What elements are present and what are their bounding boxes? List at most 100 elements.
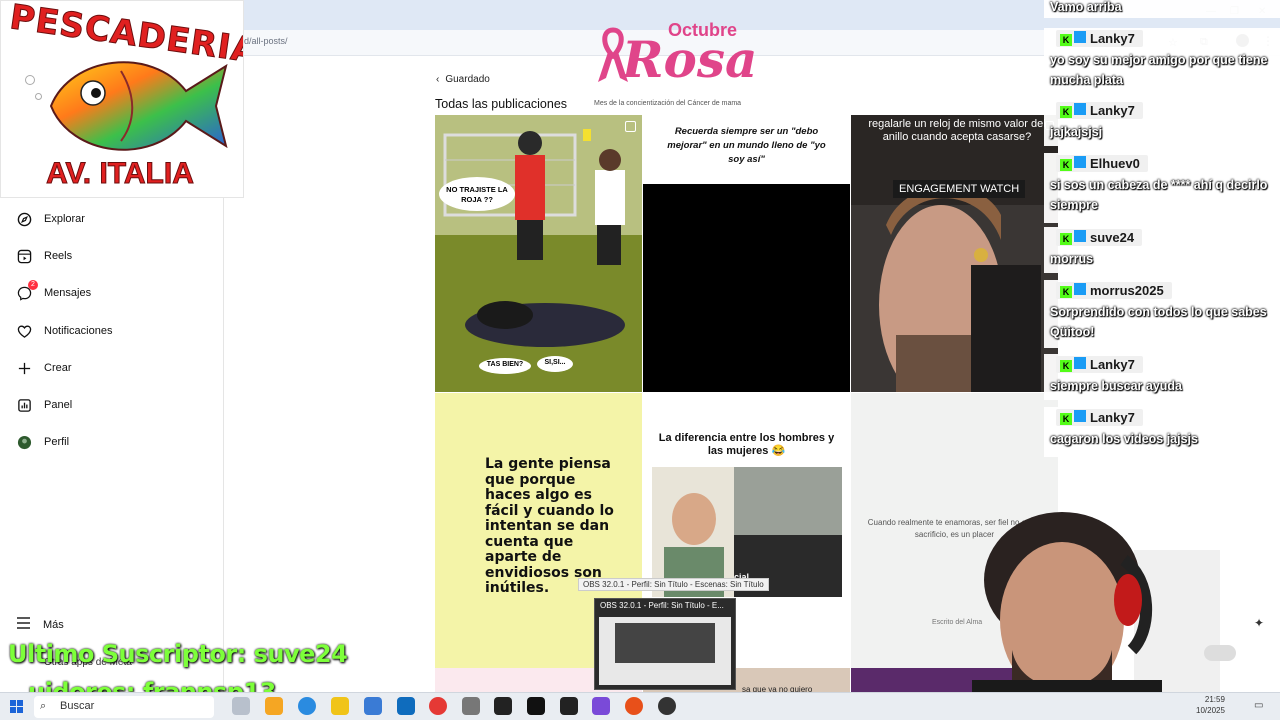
sidebar-item-reels[interactable]: Reels bbox=[16, 246, 72, 266]
speech-bubble: SI,SI... bbox=[537, 356, 573, 372]
chat-message: K Elhuev0 si sos un cabeza de **** ahí q … bbox=[1044, 153, 1280, 223]
store-icon[interactable] bbox=[364, 697, 382, 715]
edge-icon[interactable] bbox=[298, 697, 316, 715]
chat-message: Kmorrus2025 Sorprendido con todos lo que… bbox=[1044, 280, 1280, 348]
sidebar-item-label: Más bbox=[43, 618, 64, 631]
obs-window-preview[interactable] bbox=[594, 598, 736, 690]
chrome-icon[interactable] bbox=[429, 697, 447, 715]
post-text: La gente piensa que porque haces algo es… bbox=[485, 456, 614, 596]
dashboard-icon bbox=[16, 397, 32, 413]
chat-text: siempre buscar ayuda bbox=[1050, 379, 1183, 393]
compass-icon bbox=[16, 211, 32, 227]
verified-badge-icon bbox=[1074, 230, 1086, 242]
post-caption: regalarle un reloj de mismo valor del an… bbox=[868, 118, 1046, 143]
chat-message: K Lanky7 jajkajsjsj bbox=[1044, 100, 1280, 146]
avatar-pill[interactable] bbox=[1204, 645, 1236, 661]
verified-badge-icon bbox=[1074, 31, 1086, 43]
kick-badge-icon: K bbox=[1060, 413, 1072, 425]
webcam-overlay bbox=[972, 512, 1220, 710]
back-link[interactable]: ‹ Guardado bbox=[436, 74, 490, 85]
sidebar-item-label: Explorar bbox=[44, 213, 85, 225]
chat-message: K Lanky7 yo soy su mejor amigo por que ti… bbox=[1044, 28, 1280, 98]
clock-date: 10/2025 bbox=[1196, 706, 1225, 715]
speech-bubble: NO TRAJISTE LA ROJA ?? bbox=[439, 177, 515, 211]
kick-badge-icon: K bbox=[1060, 106, 1072, 118]
pescaderia-logo: PESCADERIA AV. ITALIA bbox=[0, 0, 244, 198]
chat-text: si sos un cabeza de **** ahí q decirlo s… bbox=[1050, 178, 1268, 212]
task-view-icon[interactable] bbox=[232, 697, 250, 715]
carousel-icon bbox=[625, 121, 636, 132]
windows-start-icon[interactable] bbox=[10, 700, 23, 718]
post-tile[interactable]: NO TRAJISTE LA ROJA ?? TAS BIEN? SI,SI..… bbox=[435, 115, 642, 392]
sidebar-item-label: Crear bbox=[44, 362, 72, 374]
chat-username: K Lanky7 bbox=[1056, 30, 1143, 47]
verified-badge-icon bbox=[1074, 283, 1086, 295]
url-text[interactable]: d/all-posts/ bbox=[244, 36, 288, 46]
sidebar-item-label: Perfil bbox=[44, 436, 70, 448]
post-title: La diferencia entre los hombres y las mu… bbox=[658, 432, 835, 457]
octubre-rosa-banner: Octubre Rosa bbox=[596, 18, 758, 92]
hamburger-icon bbox=[16, 617, 31, 632]
chat-text: cagaron los videos jajsjs bbox=[1050, 432, 1198, 446]
kick-badge-icon: K bbox=[1060, 360, 1072, 372]
chat-text: morrus bbox=[1050, 252, 1094, 266]
sidebar-item-mensajes[interactable]: 2 Mensajes bbox=[16, 280, 92, 303]
page-title: Todas las publicaciones bbox=[435, 97, 568, 111]
sidebar-item-explorar[interactable]: Explorar bbox=[16, 209, 85, 229]
obs-icon[interactable] bbox=[658, 697, 676, 715]
chat-message: Ksuve24 morrus bbox=[1044, 227, 1280, 273]
chat-text: jajkajsjsj bbox=[1050, 125, 1103, 139]
capcut-icon[interactable] bbox=[494, 697, 512, 715]
sidebar-item-label: Reels bbox=[44, 250, 73, 262]
plus-icon bbox=[16, 360, 32, 376]
video-thumbnail bbox=[851, 115, 1058, 392]
copilot-icon[interactable] bbox=[265, 697, 283, 715]
chat-message: Vamo arriba bbox=[1044, 0, 1280, 18]
obs-scene-preview bbox=[615, 623, 715, 663]
obs-tooltip: OBS 32.0.1 - Perfil: Sin Título - Escena… bbox=[578, 578, 769, 591]
system-clock[interactable]: 21:59 10/2025 bbox=[1196, 694, 1225, 716]
avatar-icon bbox=[16, 434, 32, 450]
sidebar-item-label: Mensajes bbox=[44, 287, 92, 299]
sidebar-item-mas[interactable]: Más bbox=[16, 617, 64, 632]
comic-illustration bbox=[435, 115, 642, 392]
sidebar-item-crear[interactable]: Crear bbox=[16, 358, 72, 378]
discord-icon[interactable] bbox=[592, 697, 610, 715]
sidebar-item-notificaciones[interactable]: Notificaciones bbox=[16, 321, 112, 341]
sidebar-item-perfil[interactable]: Perfil bbox=[16, 432, 69, 452]
chat-text: Sorprendido con todos lo que sabes Qüito… bbox=[1050, 305, 1267, 339]
last-subscriber-overlay: Ultimo Suscriptor: suve24 bbox=[8, 640, 348, 668]
taskbar-search[interactable]: Buscar bbox=[34, 696, 214, 718]
chat-username: K Lanky7 bbox=[1056, 102, 1143, 119]
messenger-icon: 2 bbox=[16, 280, 38, 301]
logo-subtitle: AV. ITALIA bbox=[46, 157, 195, 191]
settings-icon[interactable] bbox=[462, 697, 480, 715]
streamlabs-icon[interactable] bbox=[625, 697, 643, 715]
post-caption: Recuerda siempre ser un "debo mejorar" e… bbox=[643, 115, 850, 184]
verified-badge-icon bbox=[1074, 410, 1086, 422]
bubble-icon bbox=[25, 75, 35, 85]
magic-icon[interactable]: ✦ bbox=[1254, 616, 1264, 630]
capcut-icon-2[interactable] bbox=[560, 697, 578, 715]
speech-bubble: TAS BIEN? bbox=[479, 358, 531, 374]
chat-message: K Lanky7 cagaron los videos jajsjs bbox=[1044, 407, 1280, 457]
video-tag: ENGAGEMENT WATCH bbox=[893, 180, 1026, 198]
verified-badge-icon bbox=[1074, 156, 1086, 168]
chat-username: K Lanky7 bbox=[1056, 356, 1143, 373]
chat-text: yo soy su mejor amigo por que tiene much… bbox=[1050, 53, 1268, 87]
sidebar-item-panel[interactable]: Panel bbox=[16, 395, 72, 415]
tiktok-icon[interactable] bbox=[527, 697, 545, 715]
verified-badge-icon bbox=[1074, 103, 1086, 115]
search-icon: ⌕ bbox=[40, 700, 47, 712]
kick-badge-icon: K bbox=[1060, 233, 1072, 245]
clock-time: 21:59 bbox=[1204, 695, 1225, 704]
rosa-word: Rosa bbox=[622, 30, 758, 89]
outlook-icon[interactable] bbox=[397, 697, 415, 715]
bubble-icon bbox=[35, 93, 42, 100]
post-tile[interactable] bbox=[851, 115, 1058, 392]
notifications-icon[interactable]: ▭ bbox=[1254, 700, 1263, 711]
file-explorer-icon[interactable] bbox=[331, 697, 349, 715]
rosa-subtitle: Mes de la concientización del Cáncer de … bbox=[594, 100, 742, 107]
chat-message: K Lanky7 siempre buscar ayuda bbox=[1044, 354, 1280, 400]
chat-username: Ksuve24 bbox=[1056, 229, 1143, 246]
